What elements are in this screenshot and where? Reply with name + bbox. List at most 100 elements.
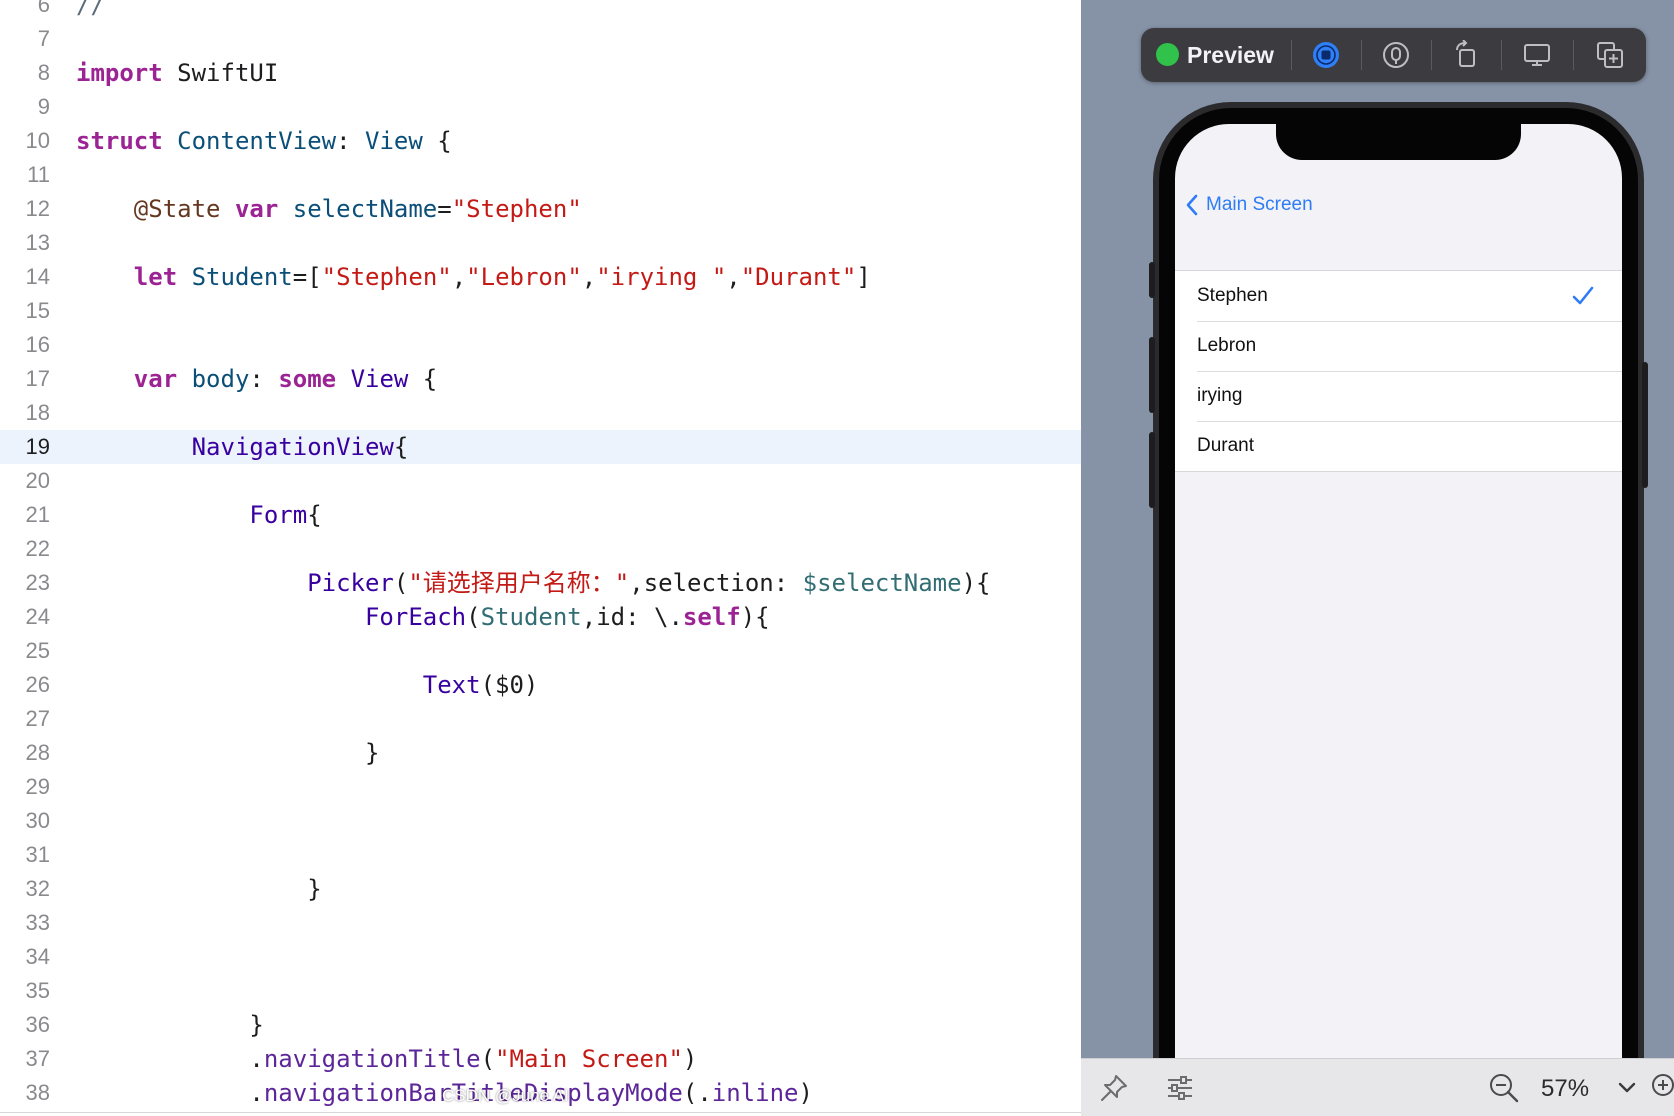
code-line[interactable]: 18 [0, 396, 1081, 430]
canvas-bottom-bar: 57% [1081, 1058, 1674, 1116]
code-line[interactable]: 37 .navigationTitle("Main Screen") [0, 1042, 1081, 1076]
code-line[interactable]: 24 ForEach(Student,id: \.self){ [0, 600, 1081, 634]
code-line[interactable]: 36 } [0, 1008, 1081, 1042]
line-number: 6 [37, 0, 50, 17]
picker-option[interactable]: Stephen [1175, 271, 1622, 321]
code-token: ){ [961, 569, 991, 597]
code-line[interactable]: 16 [0, 328, 1081, 362]
live-preview-icon [1313, 42, 1339, 68]
device-frame: Main Screen Stephen Lebron irying Durant [1149, 102, 1648, 1116]
code-token: ,selection: [629, 569, 803, 597]
line-number: 14 [25, 264, 50, 289]
sliders-icon[interactable] [1163, 1071, 1197, 1105]
code-token: Form [249, 501, 308, 529]
code-token: =[ [292, 263, 322, 291]
rotate-device-icon [1456, 40, 1475, 67]
code-text: @State var selectName="Stephen" [76, 192, 582, 226]
duplicate-preview-icon [1596, 42, 1623, 68]
device-settings-button[interactable] [1501, 28, 1573, 82]
code-token: "Main Screen" [495, 1045, 683, 1073]
code-token: some [278, 365, 337, 393]
code-token: "Stephen" [321, 263, 452, 291]
picker-option[interactable]: irying [1175, 371, 1622, 421]
code-line[interactable]: 27 [0, 702, 1081, 736]
volume-down-button [1149, 432, 1155, 508]
code-token: Student [191, 263, 293, 291]
picker-option-label: irying [1197, 385, 1243, 406]
line-number: 29 [25, 774, 50, 799]
code-editor[interactable]: 6 // 7 8 import SwiftUI 9 10 struct ContentView… [0, 0, 1081, 1113]
code-token: let [133, 263, 178, 291]
live-preview-button[interactable] [1291, 28, 1361, 82]
code-line[interactable]: 31 [0, 838, 1081, 872]
line-number: 20 [25, 468, 50, 493]
code-token: $selectName [802, 569, 962, 597]
line-number: 9 [37, 94, 50, 119]
code-line[interactable]: 28 } [0, 736, 1081, 770]
code-line[interactable]: 13 [0, 226, 1081, 260]
code-text: var body: some View { [76, 362, 437, 396]
line-number: 28 [25, 740, 50, 765]
code-token: self [682, 603, 741, 631]
chevron-down-icon[interactable] [1615, 1075, 1639, 1099]
zoom-in-icon[interactable] [1649, 1071, 1674, 1105]
code-lines: 6 // 7 8 import SwiftUI 9 10 struct ContentView… [0, 0, 1081, 1110]
code-line[interactable]: 22 [0, 532, 1081, 566]
preview-button[interactable]: Preview [1141, 28, 1291, 82]
code-token: ) [682, 1045, 698, 1073]
code-line[interactable]: 14 let Student=["Stephen","Lebron","iryi… [0, 260, 1081, 294]
back-button[interactable]: Main Screen [1184, 190, 1313, 220]
line-number: 8 [37, 60, 50, 85]
code-line[interactable]: 11 [0, 158, 1081, 192]
code-line[interactable]: 7 [0, 22, 1081, 56]
code-token: , [581, 263, 597, 291]
code-line[interactable]: 9 [0, 90, 1081, 124]
code-line[interactable]: 12 @State var selectName="Stephen" [0, 192, 1081, 226]
zoom-out-icon[interactable] [1487, 1071, 1521, 1105]
code-line[interactable]: 35 [0, 974, 1081, 1008]
code-line[interactable]: 32 } [0, 872, 1081, 906]
line-number: 38 [25, 1080, 50, 1105]
line-number: 15 [25, 298, 50, 323]
code-line[interactable]: 25 [0, 634, 1081, 668]
picker-option[interactable]: Durant [1175, 421, 1622, 471]
code-line[interactable]: 23 Picker("请选择用户名称：",selection: $selectN… [0, 566, 1081, 600]
code-line[interactable]: 34 [0, 940, 1081, 974]
line-number: 34 [25, 944, 50, 969]
inspect-button[interactable] [1361, 28, 1431, 82]
code-token: struct [76, 127, 163, 155]
duplicate-preview-button[interactable] [1573, 28, 1646, 82]
code-line[interactable]: 17 var body: some View { [0, 362, 1081, 396]
line-number: 33 [25, 910, 50, 935]
rotate-device-button[interactable] [1431, 28, 1501, 82]
code-line[interactable]: 21 Form{ [0, 498, 1081, 532]
code-text: ForEach(Student,id: \.self){ [76, 600, 770, 634]
line-number: 36 [25, 1012, 50, 1037]
code-token: = [437, 195, 452, 223]
line-number: 24 [25, 604, 50, 629]
code-token: : [249, 365, 279, 393]
code-token: } [364, 739, 380, 767]
pin-icon[interactable] [1097, 1071, 1131, 1105]
code-line[interactable]: 10 struct ContentView: View { [0, 124, 1081, 158]
code-line[interactable]: 6 // [0, 0, 1081, 22]
code-text: Picker("请选择用户名称：",selection: $selectName… [76, 566, 991, 600]
code-line[interactable]: 33 [0, 906, 1081, 940]
code-line[interactable]: 15 [0, 294, 1081, 328]
code-line[interactable]: 30 [0, 804, 1081, 838]
line-number: 16 [25, 332, 50, 357]
code-line[interactable]: 29 [0, 770, 1081, 804]
code-line[interactable]: 8 import SwiftUI [0, 56, 1081, 90]
zoom-level[interactable]: 57% [1541, 1069, 1589, 1109]
code-line[interactable]: 20 [0, 464, 1081, 498]
code-line[interactable]: 26 Text($0) [0, 668, 1081, 702]
line-number: 22 [25, 536, 50, 561]
code-token: Picker [307, 569, 394, 597]
code-text: .navigationTitle("Main Screen") [76, 1042, 697, 1076]
code-line[interactable]: 19 NavigationView{ [0, 430, 1081, 464]
picker-option[interactable]: Lebron [1175, 321, 1622, 371]
